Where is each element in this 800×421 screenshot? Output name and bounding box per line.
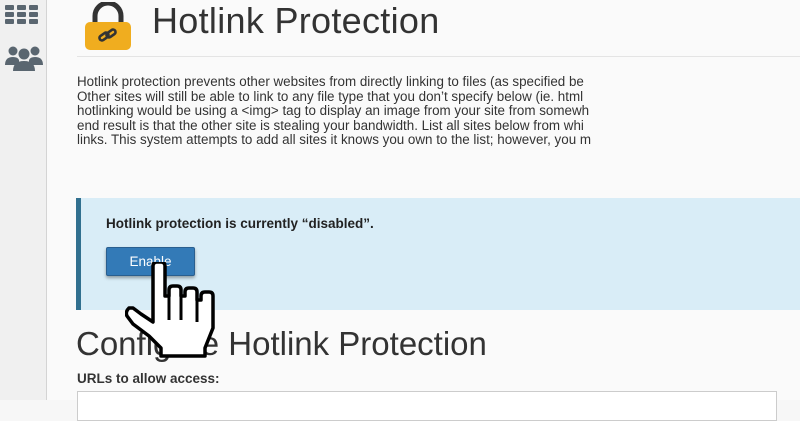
title-divider — [77, 56, 800, 57]
urls-field-label: URLs to allow access: — [77, 371, 220, 386]
status-message: Hotlink protection is currently “disable… — [106, 216, 374, 231]
users-icon[interactable] — [5, 44, 43, 77]
page-title: Hotlink Protection — [152, 0, 440, 41]
description-line: Other sites will still be able to link t… — [77, 88, 584, 104]
lock-icon — [80, 0, 136, 57]
hand-pointer-icon — [124, 260, 225, 363]
description-line: end result is that the other site is ste… — [77, 117, 584, 133]
grid-icon[interactable] — [5, 2, 41, 33]
description-line: links. This system attempts to add all s… — [77, 132, 592, 147]
description-line: Hotlink protection prevents other websit… — [77, 74, 584, 89]
description-text: Hotlink protection prevents other websit… — [77, 74, 800, 148]
urls-allow-input[interactable] — [77, 391, 777, 421]
description-line: hotlinking would be using a <img> tag to… — [77, 103, 590, 118]
sidebar-rail — [0, 0, 47, 400]
